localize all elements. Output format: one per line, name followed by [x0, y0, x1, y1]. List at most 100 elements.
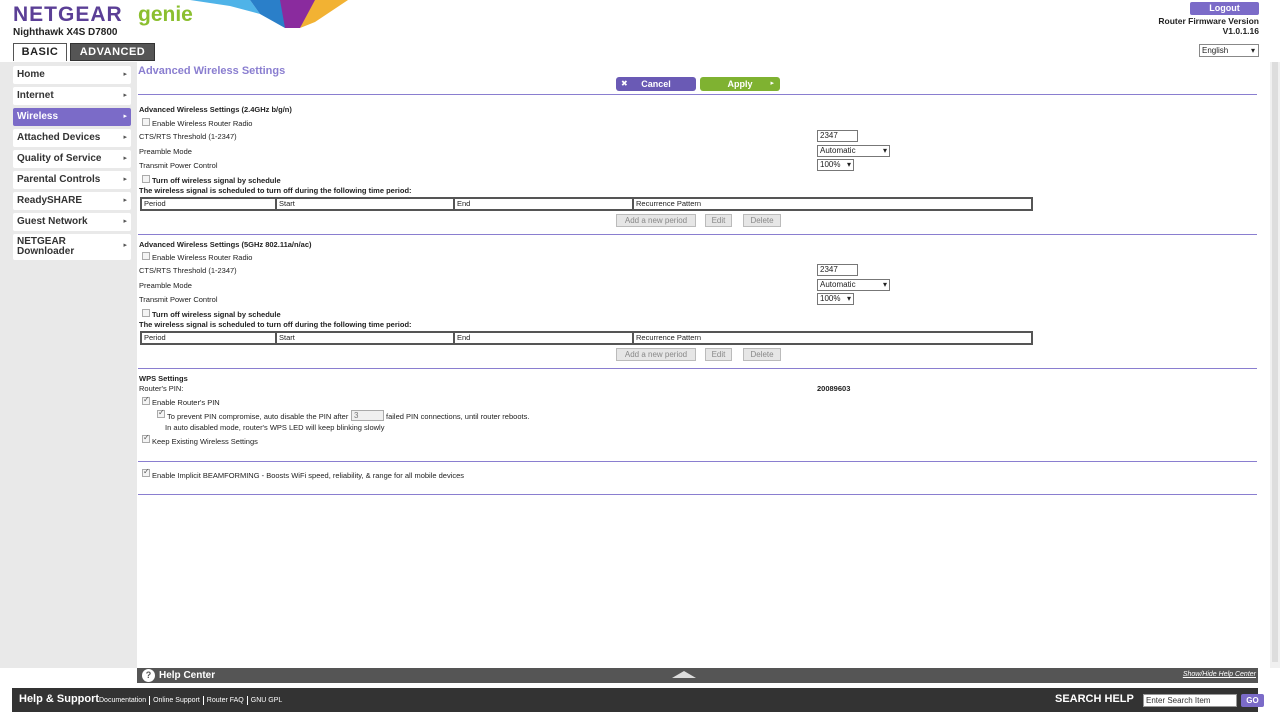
apply-button[interactable]: Apply ▸: [700, 77, 780, 91]
failed-attempts-input[interactable]: 3: [351, 410, 384, 421]
sidebar: Home ▸ Internet ▸ Wireless ▸ Attached Devic…: [0, 62, 137, 668]
sidebar-item-parental-controls[interactable]: Parental Controls ▸: [13, 171, 131, 189]
auto-disable-pin-suffix: failed PIN connections, until router reb…: [386, 412, 530, 421]
tab-basic[interactable]: BASIC: [13, 43, 67, 61]
footer-link-documentation[interactable]: Documentation: [99, 696, 151, 705]
chevron-right-icon: ▸: [123, 71, 127, 78]
schedule-24-checkbox[interactable]: [142, 175, 150, 183]
preamble-value-24: Automatic: [820, 146, 856, 155]
cts-label-5: CTS/RTS Threshold (1-2347): [139, 266, 237, 275]
divider: [138, 94, 1257, 95]
logout-button[interactable]: Logout: [1190, 2, 1259, 15]
chevron-right-icon: ▸: [123, 218, 127, 225]
table-header-recurrence: Recurrence Pattern: [636, 333, 702, 342]
preamble-label-24: Preamble Mode: [139, 147, 192, 156]
sidebar-item-netgear-downloader[interactable]: NETGEAR Downloader ▸: [13, 234, 131, 260]
help-center-title: Help Center: [159, 670, 216, 681]
schedule-5-label: Turn off wireless signal by schedule: [152, 310, 281, 319]
divider: [138, 494, 1257, 495]
cancel-button[interactable]: ✖ Cancel: [616, 77, 696, 91]
beamforming-checkbox[interactable]: [142, 467, 150, 477]
footer: Help & Support Documentation Online Supp…: [12, 688, 1264, 712]
table-header-start: Start: [277, 333, 455, 343]
schedule-note-5: The wireless signal is scheduled to turn…: [139, 320, 412, 329]
cts-input-24[interactable]: 2347: [817, 130, 858, 142]
tab-advanced[interactable]: ADVANCED: [70, 43, 155, 61]
keep-existing-checkbox[interactable]: [142, 433, 150, 443]
netgear-logo[interactable]: NETGEAR: [13, 3, 123, 27]
footer-links: Documentation Online Support Router FAQ …: [99, 696, 285, 705]
scrollbar[interactable]: [1270, 62, 1280, 668]
power-select-5[interactable]: 100% ▾: [817, 293, 854, 305]
enable-pin-label: Enable Router's PIN: [152, 398, 220, 407]
language-value: English: [1202, 46, 1229, 55]
schedule-24-label: Turn off wireless signal by schedule: [152, 176, 281, 185]
footer-link-router-faq[interactable]: Router FAQ: [204, 696, 248, 705]
schedule-5-checkbox[interactable]: [142, 309, 150, 317]
sidebar-item-label: Home: [17, 69, 45, 80]
table-header-end: End: [455, 199, 634, 209]
search-input[interactable]: Enter Search Item: [1143, 694, 1237, 707]
chevron-right-icon: ▸: [123, 113, 127, 120]
schedule-note-24: The wireless signal is scheduled to turn…: [139, 186, 412, 195]
preamble-value-5: Automatic: [820, 280, 856, 289]
router-pin-label: Router's PIN:: [139, 384, 184, 393]
preamble-label-5: Preamble Mode: [139, 281, 192, 290]
auto-disable-pin-checkbox[interactable]: [157, 408, 165, 418]
sidebar-item-label: Quality of Service: [17, 153, 102, 164]
enable-radio-24-checkbox[interactable]: [142, 118, 150, 126]
brand-graphic: [190, 0, 348, 28]
scroll-thumb[interactable]: [1272, 62, 1278, 662]
chevron-down-icon: ▾: [1250, 46, 1255, 55]
cts-label-24: CTS/RTS Threshold (1-2347): [139, 132, 237, 141]
sidebar-item-label: ReadySHARE: [17, 195, 83, 206]
sidebar-item-internet[interactable]: Internet ▸: [13, 87, 131, 105]
show-hide-help-link[interactable]: Show/Hide Help Center: [1183, 671, 1256, 678]
enable-radio-24-label: Enable Wireless Router Radio: [152, 119, 253, 128]
go-button[interactable]: GO: [1241, 694, 1264, 707]
chevron-right-icon: ▸: [123, 92, 127, 99]
delete-button-24[interactable]: Delete: [743, 214, 781, 227]
chevron-down-icon: ▾: [846, 160, 851, 169]
close-icon: ✖: [621, 79, 628, 88]
sidebar-item-label: Guest Network: [17, 216, 88, 227]
edit-button-5[interactable]: Edit: [705, 348, 732, 361]
power-select-24[interactable]: 100% ▾: [817, 159, 854, 171]
edit-button-24[interactable]: Edit: [705, 214, 732, 227]
sidebar-item-guest-network[interactable]: Guest Network ▸: [13, 213, 131, 231]
sidebar-item-attached-devices[interactable]: Attached Devices ▸: [13, 129, 131, 147]
table-header-period: Period: [142, 199, 277, 209]
section-title-5ghz: Advanced Wireless Settings (5GHz 802.11a…: [139, 240, 312, 249]
footer-link-gnu-gpl[interactable]: GNU GPL: [248, 696, 286, 705]
sidebar-item-readyshare[interactable]: ReadySHARE ▸: [13, 192, 131, 210]
main-panel: Advanced Wireless Settings ✖ Cancel Appl…: [137, 62, 1258, 668]
help-center-bar[interactable]: ? Help Center Show/Hide Help Center: [137, 668, 1258, 683]
chevron-down-icon: ▾: [882, 280, 887, 289]
schedule-table-5: Period Start End Recurrence Pattern: [140, 331, 1033, 345]
power-label-5: Transmit Power Control: [139, 295, 218, 304]
enable-pin-checkbox[interactable]: [142, 395, 150, 405]
preamble-select-24[interactable]: Automatic ▾: [817, 145, 890, 157]
sidebar-item-label: Attached Devices: [17, 132, 101, 143]
enable-radio-5-checkbox[interactable]: [142, 252, 150, 260]
search-help-label: SEARCH HELP: [1055, 693, 1134, 705]
add-period-button-24[interactable]: Add a new period: [616, 214, 696, 227]
power-value-5: 100%: [820, 294, 841, 303]
footer-link-online-support[interactable]: Online Support: [150, 696, 204, 705]
cts-input-5[interactable]: 2347: [817, 264, 858, 276]
sidebar-item-label: Internet: [17, 90, 54, 101]
chevron-up-icon[interactable]: [672, 671, 696, 678]
divider: [138, 461, 1257, 462]
help-icon: ?: [142, 669, 155, 682]
enable-radio-5-label: Enable Wireless Router Radio: [152, 253, 253, 262]
cancel-label: Cancel: [641, 79, 671, 89]
auto-disable-pin-label: To prevent PIN compromise, auto disable …: [167, 412, 349, 421]
divider: [138, 234, 1257, 235]
preamble-select-5[interactable]: Automatic ▾: [817, 279, 890, 291]
language-select[interactable]: English ▾: [1199, 44, 1259, 57]
sidebar-item-qos[interactable]: Quality of Service ▸: [13, 150, 131, 168]
add-period-button-5[interactable]: Add a new period: [616, 348, 696, 361]
delete-button-5[interactable]: Delete: [743, 348, 781, 361]
sidebar-item-home[interactable]: Home ▸: [13, 66, 131, 84]
sidebar-item-wireless[interactable]: Wireless ▸: [13, 108, 131, 126]
